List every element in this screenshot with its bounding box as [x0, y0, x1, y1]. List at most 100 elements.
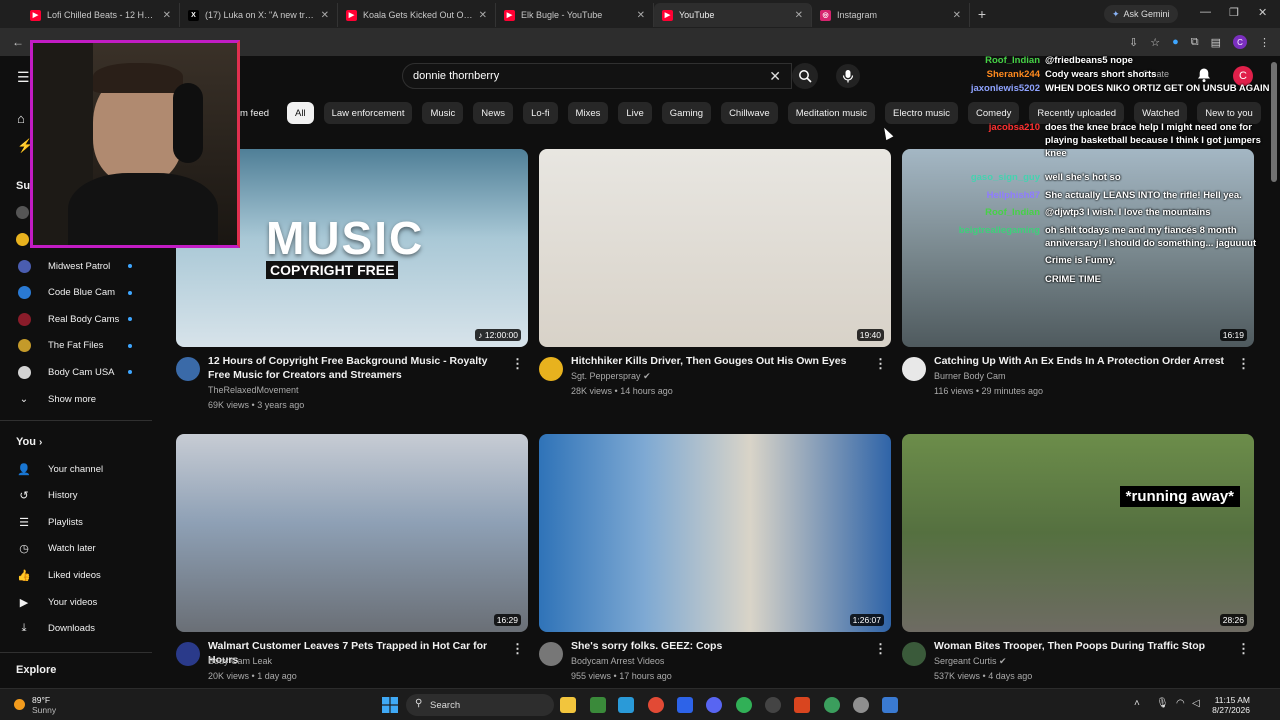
- voice-search-button[interactable]: [836, 64, 860, 88]
- video-title[interactable]: Catching Up With An Ex Ends In A Protect…: [934, 354, 1234, 368]
- channel-avatar[interactable]: [176, 357, 200, 381]
- app-icon[interactable]: [677, 697, 693, 713]
- video-thumbnail[interactable]: *running away* 28:26: [902, 434, 1254, 632]
- discord-icon[interactable]: [706, 697, 722, 713]
- filter-chip[interactable]: m feed: [240, 102, 277, 124]
- filter-chip[interactable]: Live: [618, 102, 652, 124]
- wifi-icon[interactable]: ◠: [1176, 698, 1185, 709]
- video-card[interactable]: *running away* 28:26 Woman Bites Trooper…: [902, 434, 1254, 694]
- browser-tab[interactable]: ▶ Koala Gets Kicked Out Of Tree & ✕: [338, 3, 496, 27]
- video-title[interactable]: She's sorry folks. GEEZ: Cops: [571, 639, 871, 653]
- channel-avatar[interactable]: [902, 357, 926, 381]
- more-options-icon[interactable]: ⋮: [874, 356, 887, 372]
- maximize-icon[interactable]: ❐: [1229, 6, 1239, 19]
- tab-close-icon[interactable]: ✕: [479, 10, 487, 21]
- video-channel[interactable]: Bodycam Arrest Videos: [571, 654, 664, 669]
- app-icon[interactable]: [765, 697, 781, 713]
- subscriptions-heading[interactable]: Su: [16, 180, 30, 192]
- weather-widget[interactable]: 89°F Sunny: [32, 695, 56, 715]
- sidebar-item[interactable]: 👤 Your channel: [0, 456, 154, 482]
- sidebar-item[interactable]: ☰ Playlists: [0, 509, 154, 535]
- install-app-icon[interactable]: ⇩: [1129, 36, 1138, 49]
- ask-gemini-button[interactable]: ✦ Ask Gemini: [1104, 5, 1178, 23]
- clear-search-icon[interactable]: ✕: [769, 68, 781, 85]
- tab-close-icon[interactable]: ✕: [321, 10, 329, 21]
- settings-gear-icon[interactable]: [853, 697, 869, 713]
- bookmark-star-icon[interactable]: ☆: [1150, 36, 1160, 49]
- sidebar-subscription[interactable]: Real Body Cams: [0, 306, 154, 332]
- file-explorer-icon[interactable]: [560, 697, 576, 713]
- video-title[interactable]: 12 Hours of Copyright Free Background Mu…: [208, 354, 508, 382]
- video-card[interactable]: 16:29 Walmart Customer Leaves 7 Pets Tra…: [176, 434, 528, 694]
- browser-tab[interactable]: ◎ Instagram ✕: [812, 3, 970, 27]
- sidebar-item[interactable]: ◷ Watch later: [0, 536, 154, 562]
- video-card[interactable]: 19:40 Hitchhiker Kills Driver, Then Goug…: [539, 149, 891, 409]
- video-channel[interactable]: Body Cam Leak: [208, 654, 272, 669]
- minimize-icon[interactable]: —: [1200, 6, 1211, 18]
- profile-avatar[interactable]: C: [1233, 35, 1247, 49]
- sidebar-item[interactable]: ▶ Your videos: [0, 589, 154, 615]
- filter-chip[interactable]: Lo-fi: [523, 102, 558, 124]
- filter-chip[interactable]: Chillwave: [721, 102, 778, 124]
- more-options-icon[interactable]: ⋮: [511, 641, 524, 657]
- more-options-icon[interactable]: ⋮: [1237, 641, 1250, 657]
- windows-start-icon[interactable]: [382, 697, 398, 713]
- video-channel[interactable]: Sgt. Pepperspray ✔: [571, 369, 651, 384]
- sidebar-subscription[interactable]: Midwest Patrol: [0, 253, 154, 279]
- tab-close-icon[interactable]: ✕: [163, 10, 171, 21]
- channel-avatar[interactable]: [176, 642, 200, 666]
- hamburger-menu-icon[interactable]: ☰: [17, 69, 30, 86]
- tab-close-icon[interactable]: ✕: [795, 10, 803, 21]
- browser-menu-icon[interactable]: ⋮: [1259, 36, 1270, 49]
- show-more-button[interactable]: ⌄ Show more: [0, 386, 154, 412]
- video-thumbnail[interactable]: 19:40: [539, 149, 891, 347]
- filter-chip[interactable]: Gaming: [661, 102, 712, 124]
- channel-avatar[interactable]: [539, 642, 563, 666]
- chrome-active-icon[interactable]: [824, 697, 840, 713]
- home-icon[interactable]: ⌂: [17, 111, 25, 126]
- you-section-link[interactable]: You ›: [16, 436, 42, 448]
- video-title[interactable]: Hitchhiker Kills Driver, Then Gouges Out…: [571, 354, 871, 368]
- tab-close-icon[interactable]: ✕: [637, 10, 645, 21]
- sidebar-item[interactable]: 👍 Liked videos: [0, 562, 154, 588]
- filter-chip[interactable]: Meditation music: [787, 102, 875, 124]
- back-arrow-icon[interactable]: ←: [12, 35, 24, 49]
- taskbar-search-box[interactable]: ⚲ Search: [406, 694, 554, 716]
- video-channel[interactable]: Sergeant Curtis ✔: [934, 654, 1007, 669]
- video-title[interactable]: Woman Bites Trooper, Then Poops During T…: [934, 639, 1234, 653]
- tray-chevron-icon[interactable]: ˄: [1134, 698, 1140, 709]
- app-icon[interactable]: [882, 697, 898, 713]
- browser-tab[interactable]: X (17) Luka on X: "A new trend! Lo ✕: [180, 3, 338, 27]
- channel-avatar[interactable]: [902, 642, 926, 666]
- search-input[interactable]: donnie thornberry ✕: [402, 63, 792, 89]
- more-options-icon[interactable]: ⋮: [874, 641, 887, 657]
- sidebar-item[interactable]: ⤓ Downloads: [0, 616, 154, 642]
- sidebar-subscription[interactable]: The Fat Files: [0, 333, 154, 359]
- video-channel[interactable]: TheRelaxedMovement: [208, 383, 299, 398]
- telegram-icon[interactable]: [618, 697, 634, 713]
- taskbar-clock[interactable]: 11:15 AM 8/27/2026: [1210, 695, 1250, 715]
- new-tab-button[interactable]: +: [970, 6, 994, 22]
- more-options-icon[interactable]: ⋮: [1237, 356, 1250, 372]
- video-thumbnail[interactable]: 1:26:07: [539, 434, 891, 632]
- more-options-icon[interactable]: ⋮: [511, 356, 524, 372]
- video-card[interactable]: 1:26:07 She's sorry folks. GEEZ: Cops Bo…: [539, 434, 891, 694]
- page-scrollbar[interactable]: [1271, 62, 1277, 182]
- filter-chip[interactable]: Mixes: [567, 102, 609, 124]
- tray-mic-icon[interactable]: 🎙: [1156, 698, 1169, 709]
- xbox-icon[interactable]: [736, 697, 752, 713]
- video-thumbnail[interactable]: 16:29: [176, 434, 528, 632]
- filter-chip[interactable]: Music: [422, 102, 464, 124]
- channel-avatar[interactable]: [16, 206, 29, 219]
- puzzle-icon[interactable]: ⧉: [1191, 36, 1199, 49]
- app-icon[interactable]: [590, 697, 606, 713]
- window-close-icon[interactable]: ✕: [1258, 6, 1267, 19]
- video-channel[interactable]: Burner Body Cam: [934, 369, 1006, 384]
- app-icon[interactable]: [794, 697, 810, 713]
- browser-tab[interactable]: ▶ YouTube ✕: [654, 3, 812, 27]
- tab-close-icon[interactable]: ✕: [953, 10, 961, 21]
- channel-avatar[interactable]: [539, 357, 563, 381]
- browser-tab[interactable]: ▶ Elk Bugle - YouTube ✕: [496, 3, 654, 27]
- chrome-icon[interactable]: [648, 697, 664, 713]
- browser-tab[interactable]: ▶ Lofi Chilled Beats - 12 Hours ✕: [22, 3, 180, 27]
